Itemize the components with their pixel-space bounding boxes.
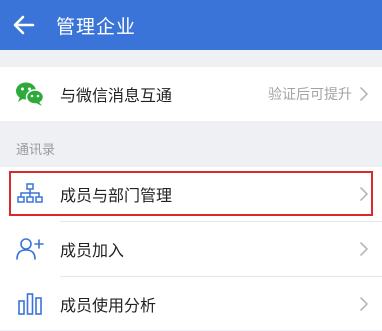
arrow-left-icon <box>13 15 35 35</box>
top-app-bar: 管理企业 <box>0 0 382 50</box>
add-person-icon <box>15 234 45 264</box>
contacts-group: 成员与部门管理 成员加入 成员使用分析 <box>0 167 382 330</box>
member-usage-analysis-row[interactable]: 成员使用分析 <box>0 277 382 331</box>
member-join-row[interactable]: 成员加入 <box>0 222 382 276</box>
back-button[interactable] <box>2 0 46 50</box>
org-chart-icon <box>15 179 45 209</box>
page-title: 管理企业 <box>56 15 137 38</box>
member-dept-management-row[interactable]: 成员与部门管理 <box>0 167 382 221</box>
wechat-interop-row[interactable]: 与微信消息互通 验证后可提升 <box>0 67 382 121</box>
wechat-interop-hint: 验证后可提升 <box>268 87 352 103</box>
wechat-interop-label: 与微信消息互通 <box>60 86 173 105</box>
wechat-interop-group: 与微信消息互通 验证后可提升 <box>0 67 382 121</box>
chevron-right-icon <box>360 87 368 101</box>
member-dept-management-label: 成员与部门管理 <box>60 186 173 205</box>
member-join-label: 成员加入 <box>60 241 125 260</box>
bar-chart-icon <box>15 289 45 319</box>
wechat-icon <box>15 79 45 109</box>
chevron-right-icon <box>360 297 368 311</box>
section-label-contacts: 通讯录 <box>16 143 56 158</box>
chevron-right-icon <box>360 242 368 256</box>
chevron-right-icon <box>360 187 368 201</box>
member-usage-analysis-label: 成员使用分析 <box>60 296 157 315</box>
